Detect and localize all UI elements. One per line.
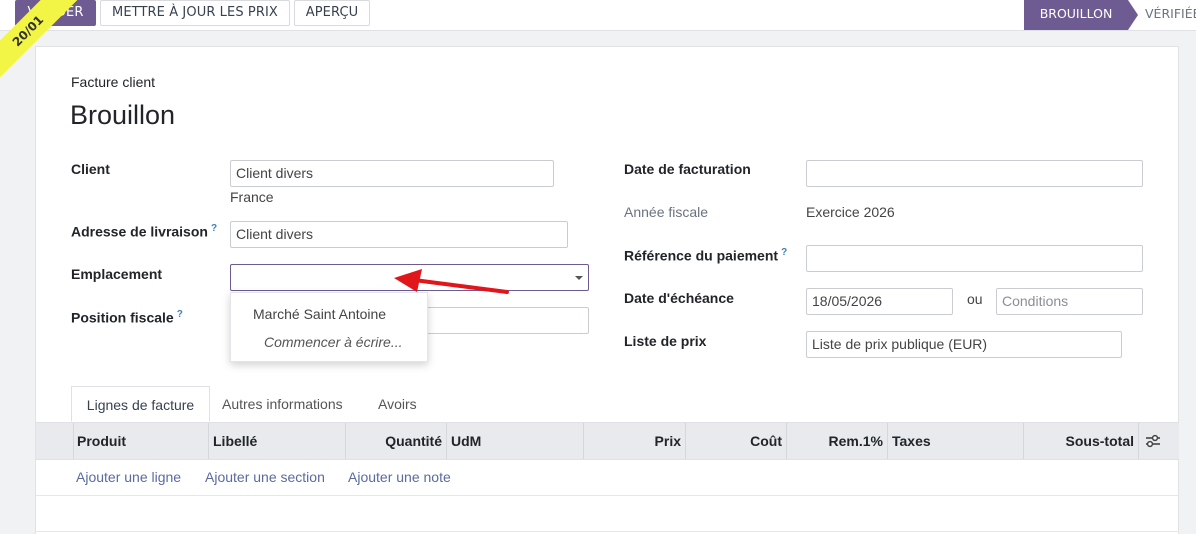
- table-add-row: Ajouter une ligne Ajouter une section Aj…: [36, 460, 1179, 496]
- update-prices-button[interactable]: METTRE À JOUR LES PRIX: [100, 0, 290, 26]
- add-line-link[interactable]: Ajouter une ligne: [76, 460, 181, 494]
- column-discount[interactable]: Rem.1%: [786, 423, 883, 459]
- column-price[interactable]: Prix: [583, 423, 681, 459]
- help-icon[interactable]: ?: [211, 223, 217, 234]
- due-date-input[interactable]: 18/05/2026: [806, 288, 953, 315]
- preview-button[interactable]: APERÇU: [294, 0, 370, 26]
- fiscal-year-value: Exercice 2026: [806, 204, 895, 220]
- tab-credit-notes[interactable]: Avoirs: [378, 386, 417, 422]
- column-divider: [1138, 423, 1139, 459]
- column-quantity[interactable]: Quantité: [345, 423, 442, 459]
- column-settings-icon[interactable]: [1145, 434, 1161, 448]
- control-panel: VALIDER METTRE À JOUR LES PRIX APERÇU BR…: [0, 0, 1196, 31]
- column-label[interactable]: Libellé: [213, 423, 257, 459]
- fiscal-year-label: Année fiscale: [624, 204, 709, 220]
- column-cost[interactable]: Coût: [685, 423, 782, 459]
- status-draft[interactable]: BROUILLON: [1024, 0, 1138, 30]
- column-divider: [887, 423, 888, 459]
- due-date-label: Date d'échéance: [624, 290, 734, 306]
- column-divider: [446, 423, 447, 459]
- table-header: Produit Libellé Quantité UdM Prix Coût R…: [36, 422, 1179, 460]
- invoice-date-label: Date de facturation: [624, 161, 751, 177]
- validate-button[interactable]: VALIDER: [15, 0, 96, 26]
- client-country: France: [230, 189, 274, 205]
- invoice-date-input[interactable]: [806, 160, 1143, 187]
- shipping-address-label: Adresse de livraison?: [71, 223, 217, 240]
- column-uom[interactable]: UdM: [451, 423, 481, 459]
- column-subtotal[interactable]: Sous-total: [1023, 423, 1134, 459]
- document-type: Facture client: [71, 74, 156, 90]
- location-dropdown: Marché Saint Antoine Commencer à écrire.…: [230, 292, 428, 362]
- tab-other-info[interactable]: Autres informations: [222, 386, 343, 422]
- chevron-down-icon[interactable]: [575, 276, 583, 280]
- dropdown-start-typing[interactable]: Commencer à écrire...: [264, 334, 402, 350]
- add-section-link[interactable]: Ajouter une section: [205, 460, 325, 494]
- location-label: Emplacement: [71, 266, 163, 282]
- red-arrow-icon: [394, 269, 509, 294]
- payment-reference-label: Référence du paiement?: [624, 247, 787, 264]
- help-icon[interactable]: ?: [781, 247, 787, 258]
- page-title: Brouillon: [70, 100, 176, 130]
- payment-reference-text: Référence du paiement: [624, 247, 779, 264]
- payment-terms-input[interactable]: Conditions: [996, 288, 1143, 315]
- payment-reference-input[interactable]: [806, 245, 1143, 272]
- or-separator: ou: [967, 291, 983, 307]
- column-divider: [208, 423, 209, 459]
- column-taxes[interactable]: Taxes: [892, 423, 931, 459]
- column-product[interactable]: Produit: [77, 423, 126, 459]
- column-divider: [73, 423, 74, 459]
- client-label: Client: [71, 161, 110, 177]
- shipping-address-text: Adresse de livraison: [71, 223, 208, 240]
- fiscal-position-label: Position fiscale?: [71, 309, 183, 326]
- pricelist-input[interactable]: Liste de prix publique (EUR): [806, 331, 1122, 358]
- add-note-link[interactable]: Ajouter une note: [348, 460, 451, 494]
- table-footer-row: [36, 496, 1179, 532]
- status-verified[interactable]: VÉRIFIÉE: [1145, 0, 1196, 30]
- pricelist-label: Liste de prix: [624, 333, 707, 349]
- help-icon[interactable]: ?: [177, 309, 183, 320]
- fiscal-position-text: Position fiscale: [71, 309, 174, 326]
- client-input[interactable]: Client divers: [230, 160, 554, 187]
- shipping-address-input[interactable]: Client divers: [230, 221, 568, 248]
- tab-invoice-lines[interactable]: Lignes de facture: [71, 386, 210, 422]
- dropdown-option[interactable]: Marché Saint Antoine: [253, 306, 386, 322]
